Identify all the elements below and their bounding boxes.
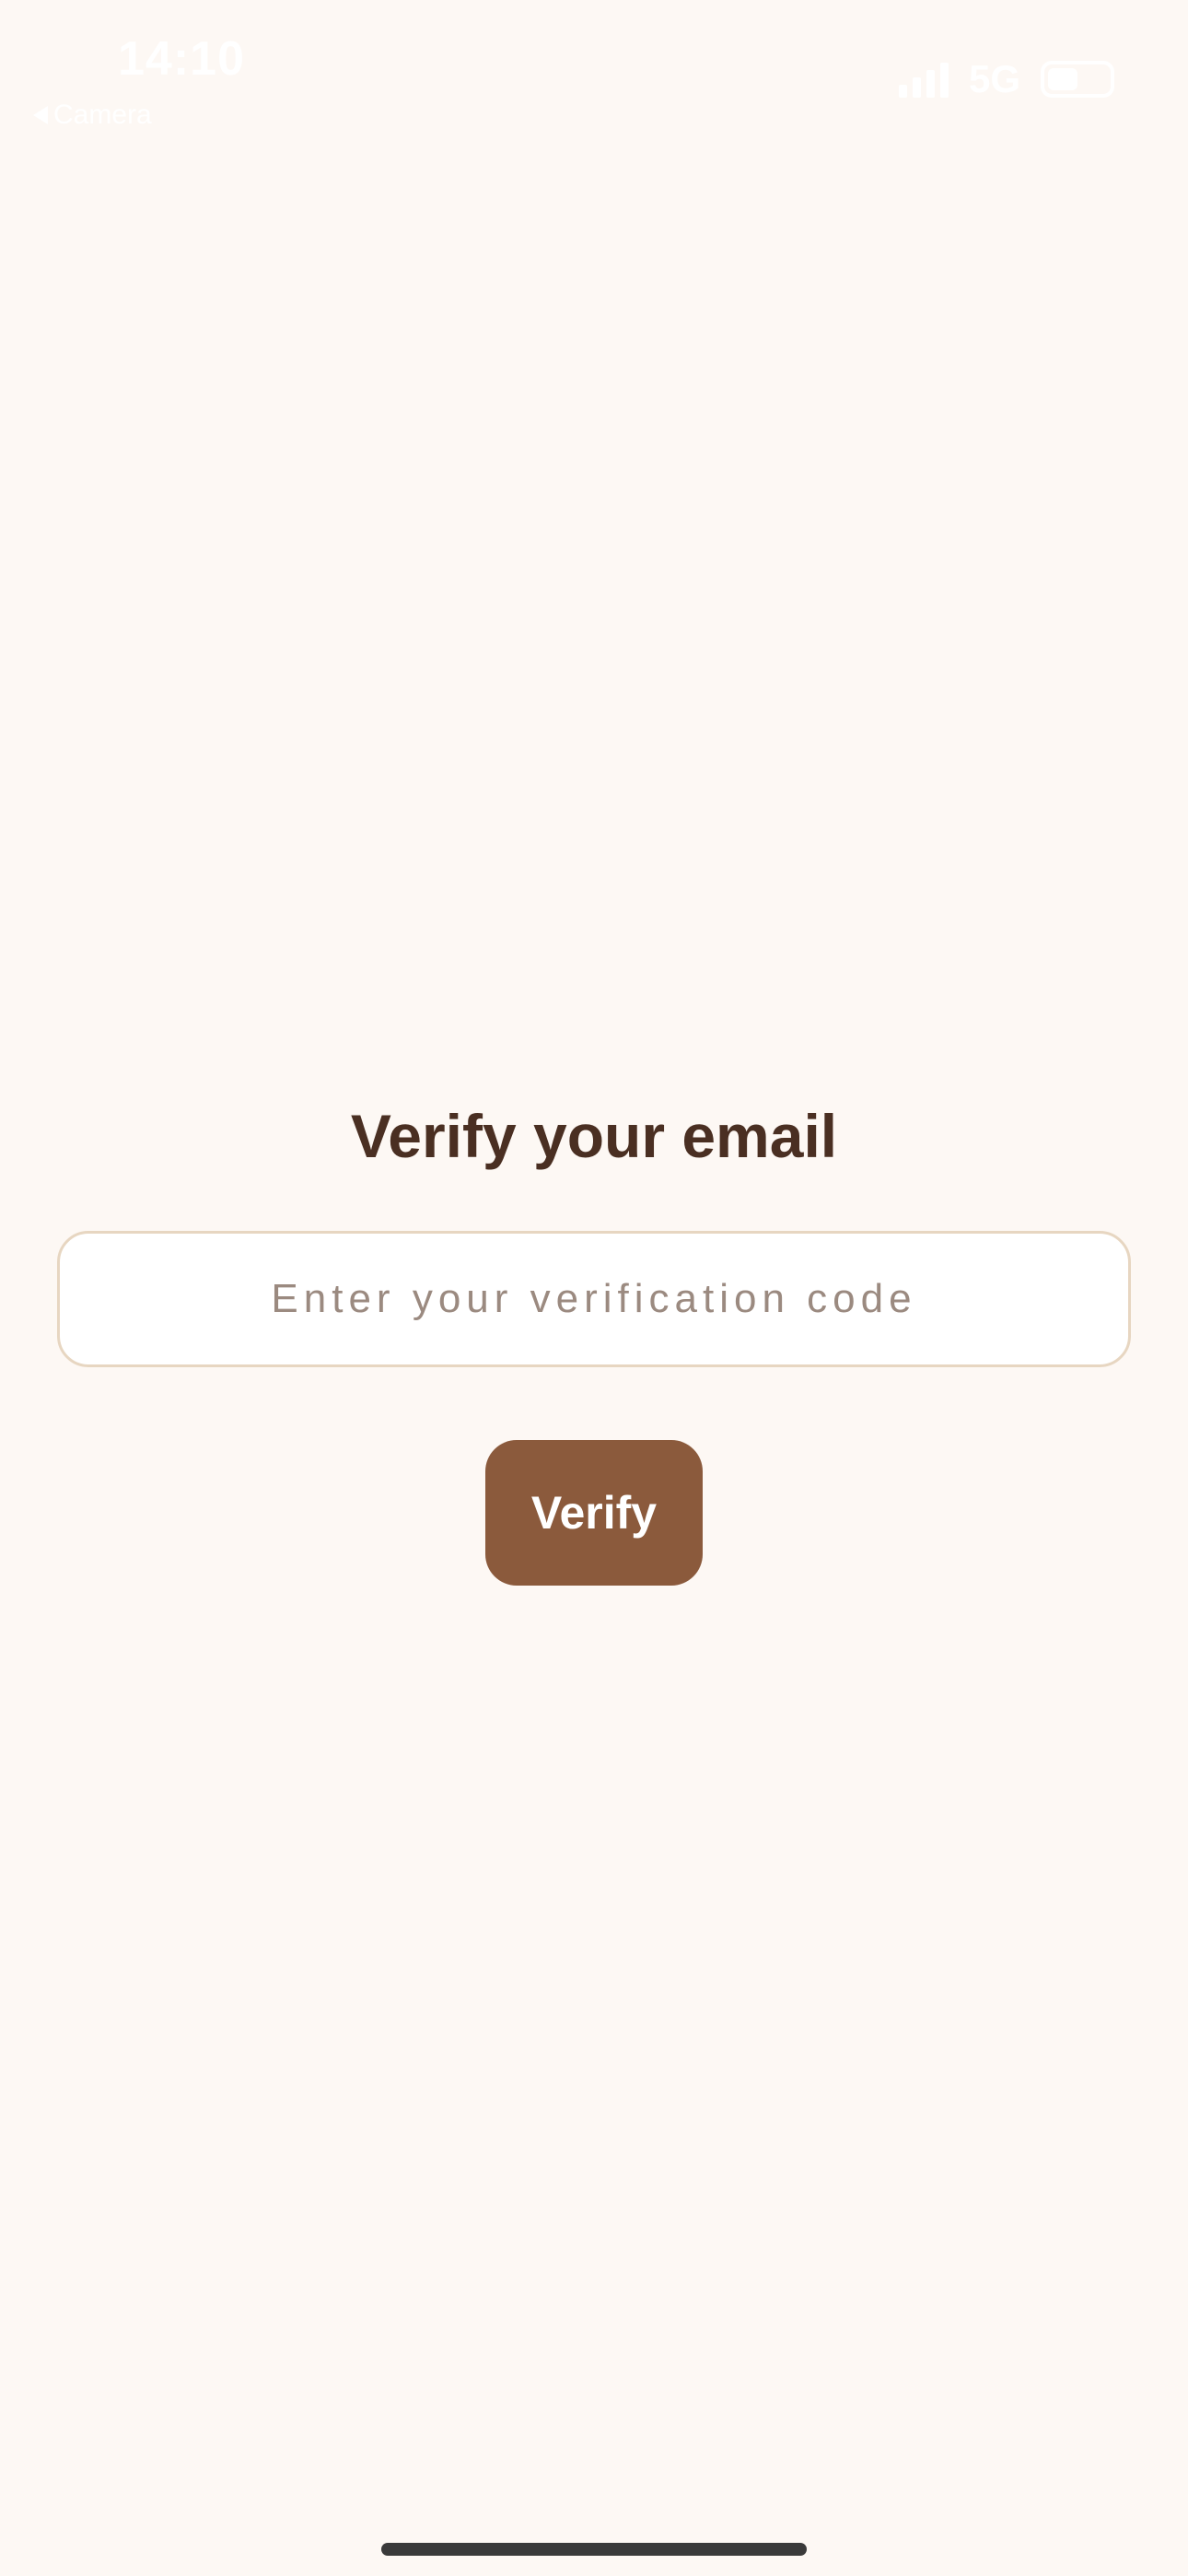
verify-button[interactable]: Verify bbox=[485, 1440, 703, 1586]
back-app-label: Camera bbox=[53, 100, 152, 130]
status-indicators: 5G bbox=[898, 57, 1114, 101]
back-arrow-icon bbox=[33, 106, 48, 124]
page-title: Verify your email bbox=[350, 1102, 838, 1170]
home-indicator[interactable] bbox=[381, 2543, 807, 2556]
signal-bars-icon bbox=[898, 61, 949, 98]
battery-icon bbox=[1041, 61, 1114, 98]
back-to-app-link[interactable]: Camera bbox=[33, 100, 152, 131]
verification-code-input[interactable] bbox=[57, 1231, 1131, 1367]
status-time: 14:10 bbox=[118, 32, 245, 86]
status-bar: 14:10 Camera 5G bbox=[0, 0, 1188, 147]
network-type-label: 5G bbox=[968, 57, 1020, 100]
